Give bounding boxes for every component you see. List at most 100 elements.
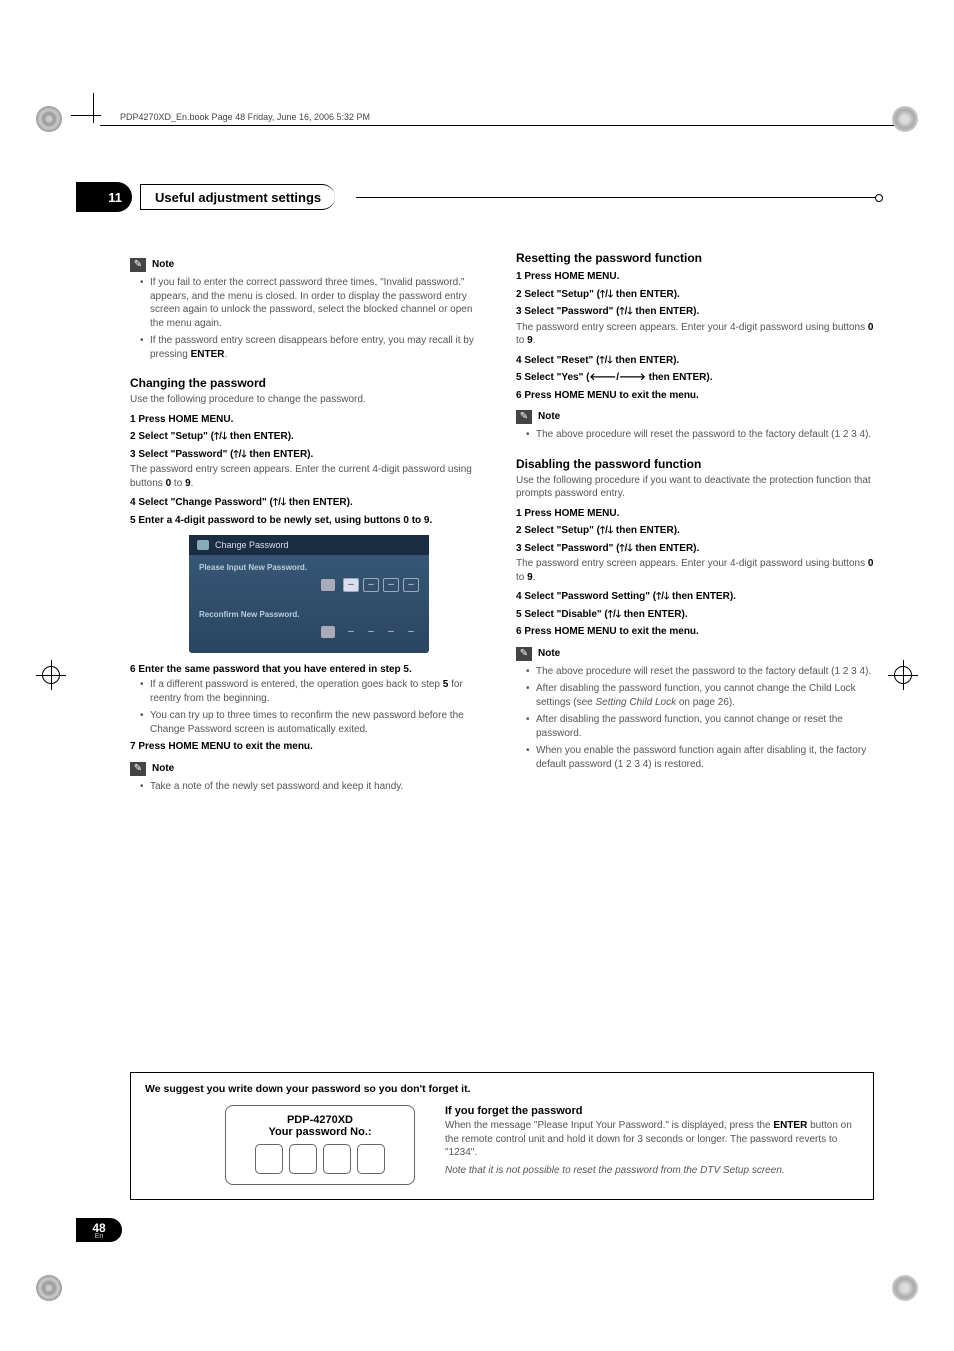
step-4: 4 Select "Change Password" (🡑/🡓 then ENT… <box>130 496 488 510</box>
pencil-icon: ✎ <box>130 762 146 776</box>
r-step-3: 3 Select "Password" (🡑/🡓 then ENTER). <box>516 305 874 319</box>
r-step-2: 2 Select "Setup" (🡑/🡓 then ENTER). <box>516 288 874 302</box>
step-2: 2 Select "Setup" (🡑/🡓 then ENTER). <box>130 430 488 444</box>
step-7: 7 Press HOME MENU to exit the menu. <box>130 740 488 754</box>
pw-digit: – <box>363 625 379 639</box>
right-column: Resetting the password function 1 Press … <box>516 250 874 797</box>
crop-mark-br <box>892 1275 918 1301</box>
r-step-4: 4 Select "Reset" (🡑/🡓 then ENTER). <box>516 354 874 368</box>
pw-slot <box>323 1144 351 1174</box>
note-header-r2: ✎ Note <box>516 647 874 661</box>
pw-digit: – <box>403 578 419 592</box>
registration-right <box>888 660 918 690</box>
crop-mark-bl <box>36 1275 62 1301</box>
note-item: The above procedure will reset the passw… <box>526 428 874 442</box>
forgot-heading: If you forget the password <box>445 1105 859 1117</box>
note-label: Note <box>152 762 174 776</box>
dialog-titlebar: Change Password <box>189 535 429 555</box>
d-step-6: 6 Press HOME MENU to exit the menu. <box>516 625 874 639</box>
step-6-notes: If a different password is entered, the … <box>130 678 488 736</box>
pw-digit: – <box>383 625 399 639</box>
list-item: You can try up to three times to reconfi… <box>140 709 488 736</box>
dialog-icon <box>197 540 209 550</box>
note-item: If you fail to enter the correct passwor… <box>140 276 488 330</box>
page-lang: En <box>95 1233 104 1240</box>
password-slots <box>240 1144 400 1174</box>
step-5: 5 Enter a 4-digit password to be newly s… <box>130 514 488 528</box>
dialog-prompt-2: Reconfirm New Password. <box>199 610 419 621</box>
d-step-2: 2 Select "Setup" (🡑/🡓 then ENTER). <box>516 524 874 538</box>
note-header-1: ✎ Note <box>130 258 488 272</box>
d-step-4: 4 Select "Password Setting" (🡑/🡓 then EN… <box>516 590 874 604</box>
r-step-3-note: The password entry screen appears. Enter… <box>516 321 874 348</box>
crop-mark-tl-inner <box>36 106 62 132</box>
note-item: The above procedure will reset the passw… <box>526 665 874 679</box>
step-1: 1 Press HOME MENU. <box>130 413 488 427</box>
note-label: Note <box>152 258 174 272</box>
password-card: PDP-4270XD Your password No.: <box>225 1105 415 1185</box>
reminder-heading: We suggest you write down your password … <box>145 1083 859 1095</box>
pw-slot <box>289 1144 317 1174</box>
pw-digit: – <box>343 578 359 592</box>
r-step-1: 1 Press HOME MENU. <box>516 270 874 284</box>
intro-text: Use the following procedure to change th… <box>130 393 488 407</box>
heading-disabling: Disabling the password function <box>516 456 874 472</box>
dialog-prompt-1: Please Input New Password. <box>199 563 419 574</box>
note-list-r1: The above procedure will reset the passw… <box>516 428 874 442</box>
note-list-r2: The above procedure will reset the passw… <box>516 665 874 772</box>
pw-digit: – <box>383 578 399 592</box>
note-label: Note <box>538 647 560 661</box>
note-item: If the password entry screen disappears … <box>140 334 488 361</box>
chapter-title: Useful adjustment settings <box>140 184 335 210</box>
r-step-6: 6 Press HOME MENU to exit the menu. <box>516 389 874 403</box>
card-label: Your password No.: <box>240 1126 400 1138</box>
list-item: If a different password is entered, the … <box>140 678 488 705</box>
card-model: PDP-4270XD <box>240 1114 400 1126</box>
pw-digit: – <box>403 625 419 639</box>
registration-left <box>36 660 66 690</box>
note-label: Note <box>538 410 560 424</box>
note-list-1: If you fail to enter the correct passwor… <box>130 276 488 361</box>
d-step-3-note: The password entry screen appears. Enter… <box>516 557 874 584</box>
pencil-icon: ✎ <box>516 647 532 661</box>
pw-slot <box>357 1144 385 1174</box>
forgot-password-text: If you forget the password When the mess… <box>445 1105 859 1185</box>
dialog-inputs-1: – – – – <box>199 578 419 592</box>
left-column: ✎ Note If you fail to enter the correct … <box>130 250 488 797</box>
note-list-2: Take a note of the newly set password an… <box>130 780 488 794</box>
step-3-note: The password entry screen appears. Enter… <box>130 463 488 490</box>
chapter-number: 11 <box>76 182 132 212</box>
pw-digit: – <box>343 625 359 639</box>
change-password-dialog: Change Password Please Input New Passwor… <box>189 535 429 653</box>
forgot-note: Note that it is not possible to reset th… <box>445 1164 859 1178</box>
chapter-header: 11 Useful adjustment settings <box>76 190 880 212</box>
password-reminder-box: We suggest you write down your password … <box>130 1072 874 1200</box>
note-header-r1: ✎ Note <box>516 410 874 424</box>
registration-top <box>78 100 104 126</box>
page-number-tab: 48 En <box>76 1218 122 1242</box>
note-header-2: ✎ Note <box>130 762 488 776</box>
note-item: When you enable the password function ag… <box>526 744 874 771</box>
dialog-inputs-2: – – – – <box>199 625 419 639</box>
card-icon <box>321 626 335 638</box>
disable-intro: Use the following procedure if you want … <box>516 474 874 501</box>
body-columns: ✎ Note If you fail to enter the correct … <box>130 250 874 797</box>
forgot-para: When the message "Please Input Your Pass… <box>445 1119 859 1160</box>
r-step-5: 5 Select "Yes" (🡐/🡒 then ENTER). <box>516 371 874 385</box>
step-6: 6 Enter the same password that you have … <box>130 663 488 677</box>
step-3: 3 Select "Password" (🡑/🡓 then ENTER). <box>130 448 488 462</box>
note-item: After disabling the password function, y… <box>526 713 874 740</box>
heading-changing-password: Changing the password <box>130 375 488 391</box>
note-item: Take a note of the newly set password an… <box>140 780 488 794</box>
d-step-5: 5 Select "Disable" (🡑/🡓 then ENTER). <box>516 608 874 622</box>
pw-digit: – <box>363 578 379 592</box>
header-runner: PDP4270XD_En.book Page 48 Friday, June 1… <box>120 112 370 122</box>
pencil-icon: ✎ <box>516 410 532 424</box>
heading-resetting: Resetting the password function <box>516 250 874 266</box>
d-step-1: 1 Press HOME MENU. <box>516 507 874 521</box>
d-step-3: 3 Select "Password" (🡑/🡓 then ENTER). <box>516 542 874 556</box>
pw-slot <box>255 1144 283 1174</box>
card-icon <box>321 579 335 591</box>
header-rule <box>100 125 894 126</box>
crop-mark-tr <box>892 106 918 132</box>
